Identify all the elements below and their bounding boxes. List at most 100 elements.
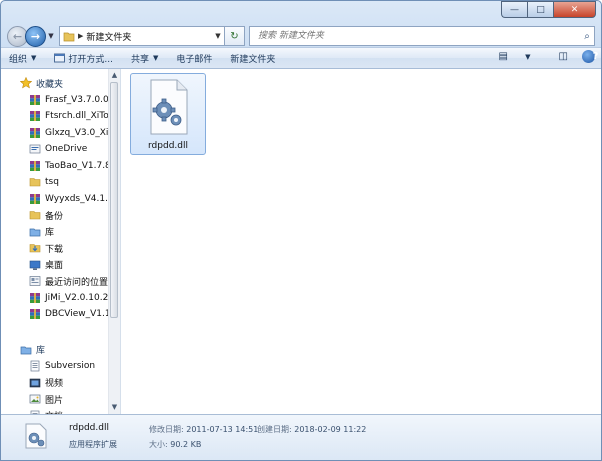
address-row: ← → ▼ ▶ 新建文件夹 ▼ ↻ ⌕	[7, 24, 595, 48]
nav-favorite-item-label: Wyyxds_V4.1.1.	[45, 193, 109, 204]
share-label: 共享	[131, 54, 150, 65]
nav-favorite-item[interactable]: Wyyxds_V4.1.1.	[1, 191, 109, 208]
libraries-list: Subversion视频图片文档	[1, 358, 109, 414]
picture-library-icon	[29, 394, 41, 404]
nav-favorite-item[interactable]: 桌面	[1, 257, 109, 274]
maximize-button[interactable]: □	[527, 1, 553, 18]
recent-places-icon	[29, 276, 41, 287]
nav-favorite-item-label: DBCView_V1.1_	[45, 309, 109, 320]
nav-favorite-item-label: 下载	[45, 244, 64, 255]
help-icon: ?	[592, 51, 599, 62]
winrar-archive-icon	[30, 94, 40, 105]
close-button[interactable]: ✕	[553, 1, 596, 18]
created-value: 2018-02-09 11:22	[294, 425, 367, 434]
email-button[interactable]: 电子邮件	[176, 52, 212, 65]
nav-favorite-item[interactable]: Glxzq_V3.0_XiTo	[1, 125, 109, 142]
scroll-down-icon[interactable]: ▼	[109, 401, 120, 414]
favorites-list: Frasf_V3.7.0.0_X Ftsrch.dll_XiTon Glxzq_V3…	[1, 92, 109, 323]
nav-library-item-label: 视频	[45, 379, 64, 390]
dll-gear-file-icon	[150, 79, 188, 135]
folder-icon	[29, 178, 41, 187]
breadcrumb-arrow-icon[interactable]: ▶	[78, 32, 83, 40]
document-library-icon	[30, 360, 40, 372]
breadcrumb-current-folder[interactable]: 新建文件夹	[86, 30, 212, 43]
nav-favorite-item[interactable]: TaoBao_V1.7.8.	[1, 158, 109, 175]
nav-library-item-label: 图片	[45, 395, 64, 406]
scroll-thumb[interactable]	[110, 82, 118, 318]
nav-favorite-item-label: TaoBao_V1.7.8.	[45, 160, 109, 171]
winrar-archive-icon	[30, 309, 40, 320]
caret-down-icon: ▼	[31, 54, 37, 62]
search-icon[interactable]: ⌕	[580, 31, 594, 42]
nav-favorite-item[interactable]: Ftsrch.dll_XiTon	[1, 108, 109, 125]
nav-favorite-item[interactable]: 最近访问的位置	[1, 273, 109, 290]
preview-pane-button[interactable]: ◫	[545, 51, 568, 62]
new-folder-button[interactable]: 新建文件夹	[230, 52, 275, 65]
nav-favorite-item[interactable]: DBCView_V1.1_	[1, 306, 109, 323]
folder-icon	[63, 32, 75, 41]
refresh-button[interactable]: ↻	[225, 26, 245, 46]
file-list-area[interactable]: rdpdd.dll	[121, 69, 601, 414]
nav-favorite-item[interactable]: 库	[1, 224, 109, 241]
downloads-folder-icon	[29, 244, 41, 253]
nav-favorite-item-label: Frasf_V3.7.0.0_X	[45, 94, 109, 105]
details-size: 大小: 90.2 KB	[149, 439, 201, 450]
search-input[interactable]	[256, 30, 580, 42]
view-controls: ▤ ▼ ◫ ?	[471, 50, 598, 63]
nav-library-item[interactable]: 视频	[1, 375, 109, 392]
change-view-button[interactable]: ▤ ▼	[485, 51, 531, 62]
nav-favorite-item[interactable]: OneDrive	[1, 141, 109, 158]
nav-favorite-item[interactable]: JiMi_V2.0.10.24_	[1, 290, 109, 307]
recent-pages-dropdown[interactable]: ▼	[46, 32, 56, 40]
share-menu[interactable]: 共享 ▼	[131, 52, 158, 65]
video-library-icon	[29, 378, 41, 388]
dll-gear-file-icon	[25, 423, 47, 449]
new-folder-label: 新建文件夹	[230, 54, 276, 65]
created-label: 创建日期:	[257, 425, 292, 434]
folder-icon	[29, 211, 41, 220]
window-controls: — □ ✕	[501, 1, 596, 18]
nav-favorite-item-label: 备份	[45, 211, 64, 222]
view-icon: ▤	[498, 51, 508, 62]
chevron-down-icon: ▼	[48, 32, 54, 40]
nav-libraries-header[interactable]: 库	[1, 342, 109, 359]
nav-favorites-label: 收藏夹	[36, 79, 64, 90]
details-pane: rdpdd.dll 应用程序扩展 修改日期: 2011-07-13 14:51 …	[1, 414, 601, 460]
nav-favorite-item[interactable]: 备份	[1, 207, 109, 224]
caret-down-icon: ▼	[525, 53, 531, 61]
winrar-archive-icon	[30, 111, 40, 122]
search-box[interactable]: ⌕	[249, 26, 595, 46]
minimize-button[interactable]: —	[501, 1, 527, 18]
nav-favorite-item[interactable]: 下载	[1, 240, 109, 257]
help-button[interactable]: ?	[582, 50, 598, 63]
open-with-label: 打开方式...	[68, 54, 113, 65]
nav-favorite-item-label: 库	[45, 228, 55, 239]
navigation-pane: 收藏夹 Frasf_V3.7.0.0_X Ftsrch.dll_XiTon Glxz…	[1, 69, 121, 414]
nav-favorite-item[interactable]: Frasf_V3.7.0.0_X	[1, 92, 109, 109]
forward-button[interactable]: →	[25, 25, 46, 47]
size-value: 90.2 KB	[170, 440, 202, 449]
organize-menu[interactable]: 组织 ▼	[9, 52, 36, 65]
nav-scrollbar[interactable]: ▲ ▼	[108, 69, 120, 414]
nav-favorite-item-label: 桌面	[45, 261, 64, 272]
nav-library-item-label: Subversion	[45, 361, 96, 372]
details-created: 创建日期: 2018-02-09 11:22	[257, 424, 366, 435]
nav-favorites-header[interactable]: 收藏夹	[1, 75, 109, 92]
scroll-up-icon[interactable]: ▲	[109, 69, 120, 82]
command-bar: 组织 ▼ 打开方式... 共享 ▼ 电子邮件 新建文件夹 ▤ ▼ ◫ ?	[1, 47, 601, 69]
nav-library-item[interactable]: Subversion	[1, 358, 109, 375]
nav-library-item[interactable]: 图片	[1, 391, 109, 408]
open-with-button[interactable]: 打开方式...	[54, 52, 113, 65]
file-item[interactable]: rdpdd.dll	[130, 73, 206, 155]
caret-down-icon: ▼	[153, 54, 159, 62]
nav-favorite-item-label: 最近访问的位置	[45, 277, 109, 288]
nav-favorite-item[interactable]: tsq	[1, 174, 109, 191]
address-bar[interactable]: ▶ 新建文件夹 ▼	[59, 26, 225, 46]
email-label: 电子邮件	[176, 54, 213, 65]
address-dropdown-icon[interactable]: ▼	[212, 32, 224, 40]
nav-libraries-label: 库	[36, 346, 46, 357]
navigation-list: 收藏夹 Frasf_V3.7.0.0_X Ftsrch.dll_XiTon Glxz…	[1, 69, 109, 414]
modified-value: 2011-07-13 14:51	[186, 425, 259, 434]
nav-favorite-item-label: JiMi_V2.0.10.24_	[45, 292, 109, 303]
